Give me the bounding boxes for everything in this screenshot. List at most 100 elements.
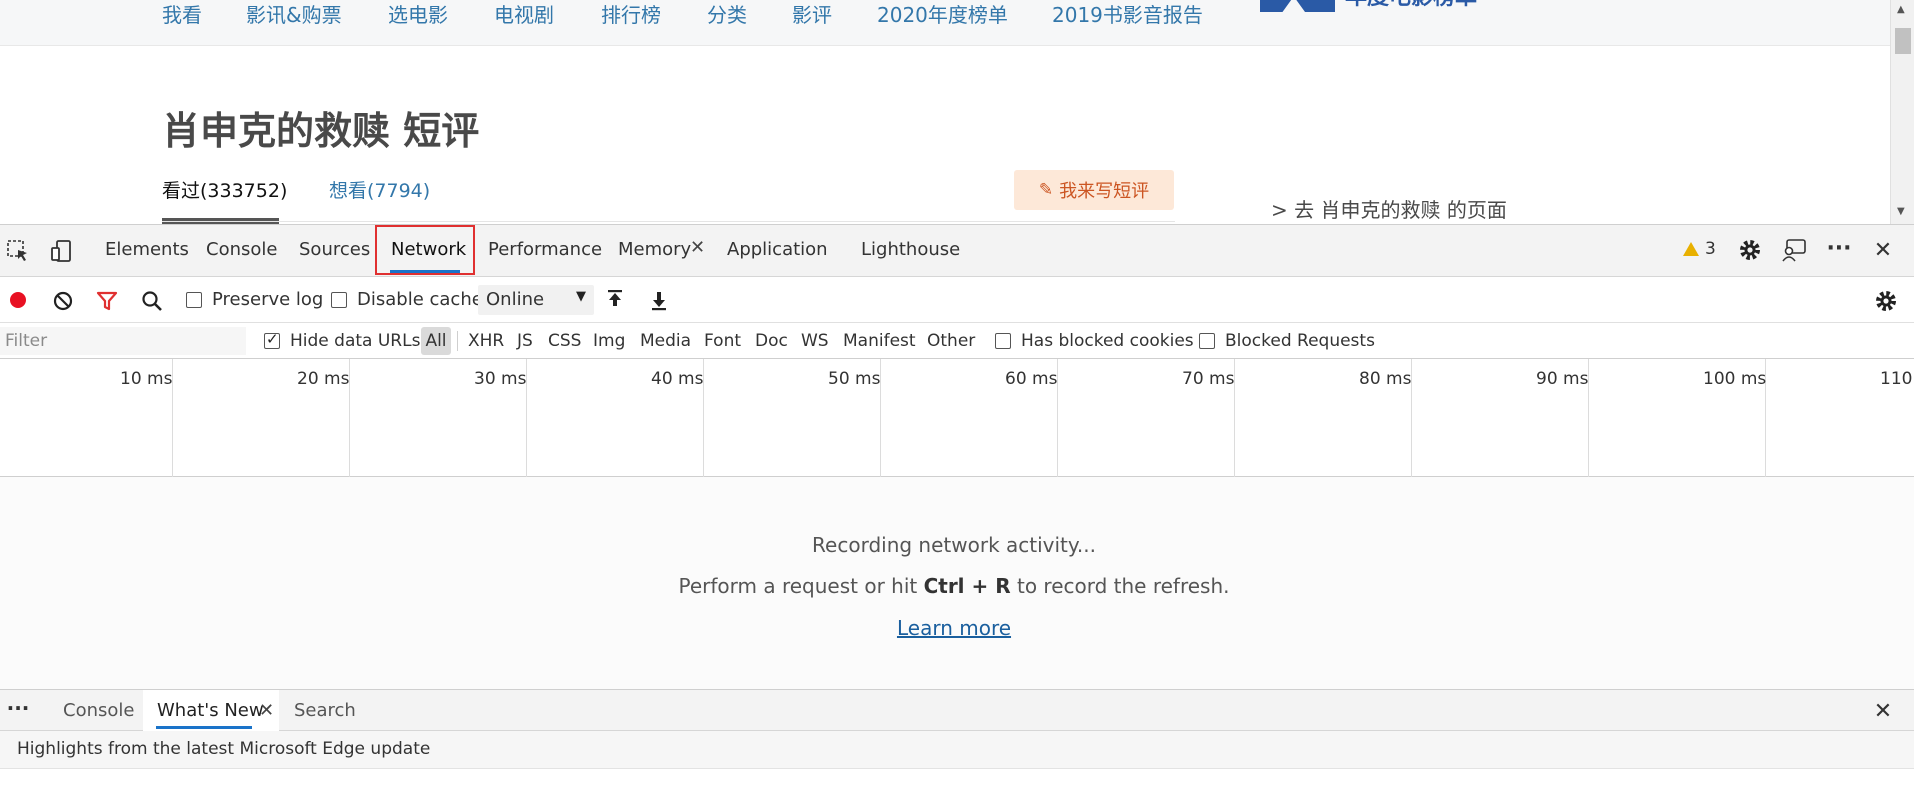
filter-type-other[interactable]: Other xyxy=(927,331,975,351)
blocked-requests-label: Blocked Requests xyxy=(1225,331,1375,351)
tab-application[interactable]: Application xyxy=(727,239,828,261)
drawer-tab-search[interactable]: Search xyxy=(294,700,356,721)
learn-more-link[interactable]: Learn more xyxy=(897,616,1011,640)
filter-type-js[interactable]: JS xyxy=(517,331,533,351)
whats-new-header: Highlights from the latest Microsoft Edg… xyxy=(0,731,1914,769)
scroll-up-icon[interactable]: ▲ xyxy=(1897,4,1905,15)
filter-funnel-icon[interactable] xyxy=(96,290,118,312)
nav-link-mine[interactable]: 我看 xyxy=(162,3,202,27)
hint-text-after: to record the refresh. xyxy=(1010,574,1230,598)
has-blocked-cookies-checkbox[interactable] xyxy=(995,333,1011,349)
write-review-button[interactable]: ✎ 我来写短评 xyxy=(1014,170,1174,210)
timeline-label: 40 ms xyxy=(651,369,704,389)
nav-link-choose-movie[interactable]: 选电影 xyxy=(388,3,448,27)
nav-link-2020-list[interactable]: 2020年度榜单 xyxy=(877,3,1008,27)
drawer-tabbar: ··· Console What's New ✕ Search ✕ xyxy=(0,689,1914,731)
warnings-badge[interactable]: 3 xyxy=(1683,239,1716,259)
clear-icon[interactable] xyxy=(52,290,74,312)
devtools-tabbar: Elements Console Sources Network Perform… xyxy=(0,225,1914,277)
banner-text: 年度电影榜单 xyxy=(1345,0,1477,10)
hide-data-urls-label: Hide data URLs xyxy=(290,331,421,351)
search-icon[interactable] xyxy=(140,289,164,313)
filter-type-manifest[interactable]: Manifest xyxy=(843,331,916,351)
timeline-label: 70 ms xyxy=(1182,369,1235,389)
network-toolbar: Preserve log Disable cache Online ▼ xyxy=(0,277,1914,323)
settings-gear-icon[interactable] xyxy=(1737,237,1763,263)
active-tab-indicator xyxy=(390,270,460,273)
filter-type-doc[interactable]: Doc xyxy=(755,331,788,351)
filter-type-ws[interactable]: WS xyxy=(801,331,829,351)
nav-link-showtimes[interactable]: 影讯&购票 xyxy=(246,3,342,27)
tab-lighthouse[interactable]: Lighthouse xyxy=(861,239,960,261)
filter-type-all[interactable]: All xyxy=(421,327,451,355)
write-review-label: 我来写短评 xyxy=(1059,181,1150,202)
web-page: 我看 影讯&购票 选电影 电视剧 排行榜 分类 影评 2020年度榜单 2019… xyxy=(0,0,1914,224)
timeline-label: 20 ms xyxy=(297,369,350,389)
timeline-label: 90 ms xyxy=(1536,369,1589,389)
tab-want-to-see[interactable]: 想看(7794) xyxy=(329,176,430,203)
more-options-icon[interactable]: ··· xyxy=(1824,235,1854,261)
nav-link-reviews[interactable]: 影评 xyxy=(792,3,832,27)
page-scrollbar[interactable]: ▲ ▼ xyxy=(1890,0,1914,224)
filter-type-img[interactable]: Img xyxy=(593,331,625,351)
nav-link-categories[interactable]: 分类 xyxy=(707,3,747,27)
tab-elements[interactable]: Elements xyxy=(105,239,189,261)
drawer-more-icon[interactable]: ··· xyxy=(4,696,32,720)
tab-network[interactable]: Network xyxy=(391,239,466,261)
network-settings-gear-icon[interactable] xyxy=(1873,288,1899,314)
hide-data-urls-checkbox[interactable] xyxy=(264,330,280,349)
close-whats-new-icon[interactable]: ✕ xyxy=(259,700,274,721)
filter-type-xhr[interactable]: XHR xyxy=(468,331,504,351)
chevron-down-icon: ▼ xyxy=(576,289,586,304)
whats-new-subtitle: Highlights from the latest Microsoft Edg… xyxy=(17,739,431,759)
scroll-down-icon[interactable]: ▼ xyxy=(1897,206,1905,217)
device-toolbar-icon[interactable] xyxy=(48,238,74,264)
close-memory-tab-icon[interactable]: ✕ xyxy=(690,237,705,258)
preserve-log-checkbox[interactable] xyxy=(186,292,202,308)
annual-list-banner[interactable]: 年度电影榜单 xyxy=(1260,0,1477,12)
feedback-icon[interactable] xyxy=(1780,237,1808,263)
record-icon[interactable] xyxy=(8,290,28,310)
timeline-label: 30 ms xyxy=(474,369,527,389)
goto-movie-page-link[interactable]: > 去 肖申克的救赎 的页面 xyxy=(1271,194,1507,223)
drawer-tab-whats-new[interactable]: What's New xyxy=(157,700,264,721)
timeline-label: 60 ms xyxy=(1005,369,1058,389)
timeline-label: 80 ms xyxy=(1359,369,1412,389)
tabs-divider xyxy=(162,221,1175,222)
preserve-log-label: Preserve log xyxy=(212,289,324,310)
has-blocked-cookies-label: Has blocked cookies xyxy=(1021,331,1194,351)
disable-cache-label: Disable cache xyxy=(357,289,483,310)
network-empty-state: Recording network activity... Perform a … xyxy=(0,477,1914,689)
filter-type-media[interactable]: Media xyxy=(640,331,691,351)
network-timeline-overview[interactable]: 10 ms 20 ms 30 ms 40 ms 50 ms 60 ms 70 m… xyxy=(0,359,1914,477)
tab-console[interactable]: Console xyxy=(206,239,277,261)
hint-text-before: Perform a request or hit xyxy=(678,574,924,598)
drawer-active-tab-indicator xyxy=(156,726,252,729)
drawer-tab-console[interactable]: Console xyxy=(63,700,134,721)
nav-link-2019-report[interactable]: 2019书影音报告 xyxy=(1052,3,1203,27)
filter-type-css[interactable]: CSS xyxy=(548,331,581,351)
tab-performance[interactable]: Performance xyxy=(488,239,602,261)
tab-memory[interactable]: Memory xyxy=(618,239,691,261)
import-har-icon[interactable] xyxy=(604,289,626,311)
site-navbar: 我看 影讯&购票 选电影 电视剧 排行榜 分类 影评 2020年度榜单 2019… xyxy=(0,0,1890,46)
tab-sources[interactable]: Sources xyxy=(299,239,370,261)
filter-input[interactable] xyxy=(0,327,246,355)
timeline-label: 110 xyxy=(1880,369,1913,389)
close-drawer-icon[interactable]: ✕ xyxy=(1870,698,1896,724)
warning-icon xyxy=(1683,242,1699,256)
tab-seen[interactable]: 看过(333752) xyxy=(162,176,287,203)
close-devtools-icon[interactable]: ✕ xyxy=(1870,237,1896,263)
inspect-element-icon[interactable] xyxy=(5,238,31,264)
throttling-select[interactable]: Online ▼ xyxy=(478,285,594,315)
banner-logo xyxy=(1260,0,1335,12)
export-har-icon[interactable] xyxy=(648,289,670,311)
blocked-requests-checkbox[interactable] xyxy=(1199,333,1215,349)
nav-link-rankings[interactable]: 排行榜 xyxy=(601,3,661,27)
nav-link-tv[interactable]: 电视剧 xyxy=(494,3,554,27)
timeline-label: 50 ms xyxy=(828,369,881,389)
scroll-thumb[interactable] xyxy=(1895,28,1911,54)
filter-type-font[interactable]: Font xyxy=(704,331,741,351)
page-title: 肖申克的救赎 短评 xyxy=(162,109,480,153)
disable-cache-checkbox[interactable] xyxy=(331,292,347,308)
